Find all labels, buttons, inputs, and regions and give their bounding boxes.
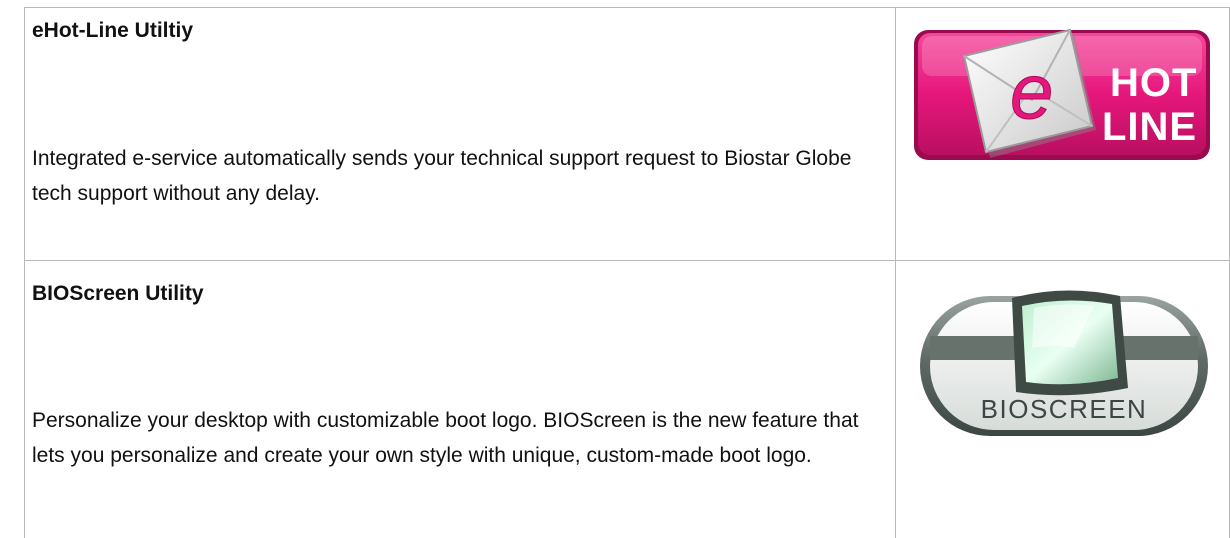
feature-description: Personalize your desktop with customizab… xyxy=(32,409,859,467)
ehotline-logo: e HOT LINE xyxy=(912,20,1214,177)
table-border-top xyxy=(24,7,1230,8)
bioscreen-logo: BIOSCREEN xyxy=(914,278,1214,453)
logo-hot-text: HOT xyxy=(1110,61,1197,105)
monitor-icon xyxy=(1012,290,1128,396)
feature-title: BIOScreen Utility xyxy=(32,282,204,305)
table-divider-row xyxy=(24,260,1230,261)
logo-line-text: LINE xyxy=(1102,105,1197,149)
feature-description: Integrated e-service automatically sends… xyxy=(32,147,852,205)
feature-title: eHot-Line Utiltiy xyxy=(32,19,193,42)
ehotline-logo-graphic: e HOT LINE xyxy=(914,28,1210,160)
logo-e-letter: e xyxy=(1010,47,1053,135)
feature-table: eHot-Line Utiltiy Integrated e-service a… xyxy=(0,0,1230,538)
table-border-left xyxy=(24,7,25,538)
logo-bioscreen-text: BIOSCREEN xyxy=(981,394,1148,424)
table-column-divider xyxy=(895,7,896,538)
bioscreen-logo-graphic: BIOSCREEN xyxy=(920,290,1208,436)
